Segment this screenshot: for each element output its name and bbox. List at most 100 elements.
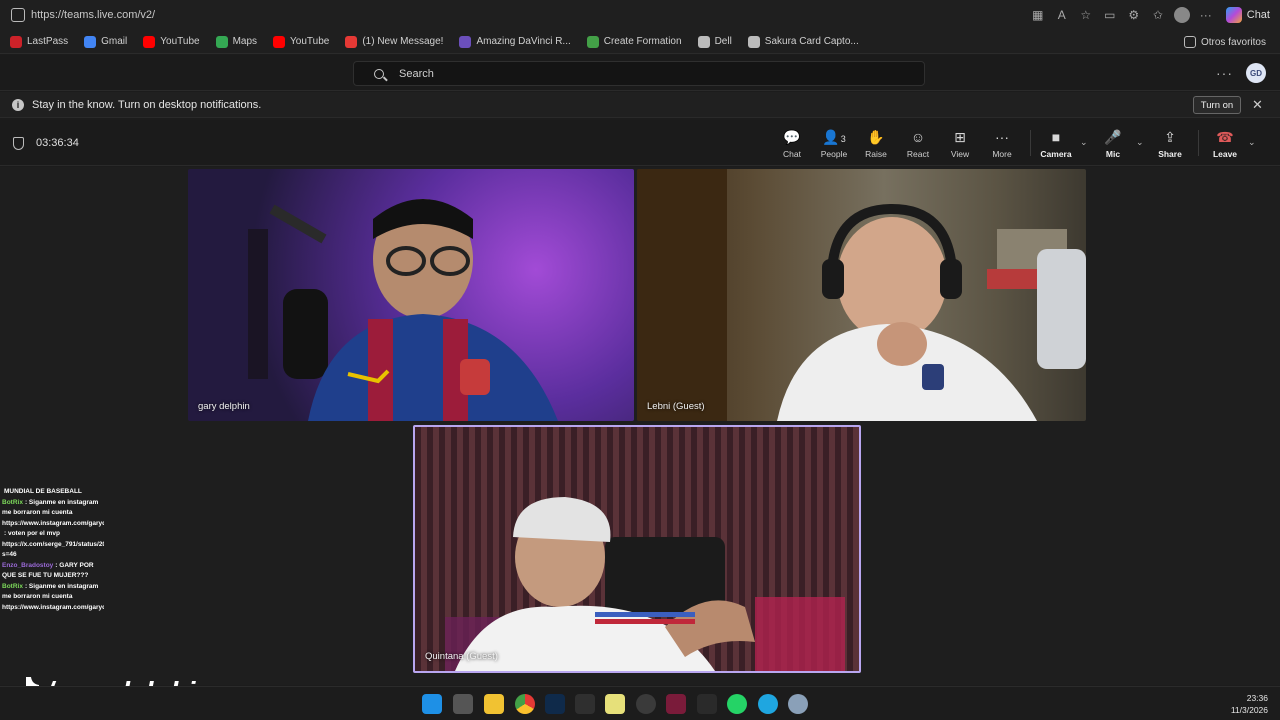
more-icon: ··· (995, 129, 1009, 145)
notes-app-icon[interactable] (605, 694, 625, 714)
participant-name: Quintana (Guest) (425, 651, 498, 662)
whatsapp-icon[interactable] (727, 694, 747, 714)
file-explorer-icon[interactable] (484, 694, 504, 714)
toolbar-divider (1030, 130, 1031, 156)
start-windows-icon[interactable] (422, 694, 442, 714)
turn-on-button[interactable]: Turn on (1193, 96, 1241, 114)
leave-options-chevron-icon[interactable]: ⌄ (1248, 137, 1256, 148)
edge-icon[interactable] (758, 694, 778, 714)
react-button[interactable]: ☺ React (898, 128, 938, 162)
stream-chat-message: BotRix: Siganme en instagram me borraron… (2, 498, 104, 530)
people-icon: 👤3 (822, 129, 846, 145)
leave-button[interactable]: ☎ Leave (1205, 128, 1245, 162)
leave-label: Leave (1212, 149, 1238, 159)
bookmark-item[interactable]: YouTube (273, 35, 330, 48)
settings-gear-icon[interactable] (788, 694, 808, 714)
participant-name: gary delphin (198, 401, 250, 412)
participant-video-tile[interactable]: gary delphin (188, 169, 634, 421)
chat-username: BotRix (2, 498, 23, 506)
raise-hand-button[interactable]: ✋ Raise (856, 128, 896, 162)
bookmark-item[interactable]: Gmail (84, 35, 127, 48)
mic-options-chevron-icon[interactable]: ⌄ (1136, 137, 1144, 148)
search-input[interactable]: Search (353, 61, 925, 86)
chat-text: : voten por el mvp https://x.com/serge_7… (2, 530, 104, 558)
meeting-toolbar: 03:36:34 💬 Chat 👤3 People ✋ Raise ☺ Reac… (0, 120, 1280, 166)
camera-button[interactable]: ■ Camera (1036, 128, 1076, 162)
grid-view-icon: ⊞ (954, 129, 966, 145)
avatar[interactable]: GD (1246, 63, 1266, 83)
participant-video-tile[interactable]: Lebni (Guest) (637, 169, 1086, 421)
browser-toolbar-right: ▦ A ☆ ▭ ⚙ ✩ ··· Chat (1028, 0, 1280, 30)
apps-icon[interactable]: ▦ (1028, 5, 1048, 25)
bookmark-item[interactable]: Maps (215, 35, 257, 48)
app-icon[interactable] (666, 694, 686, 714)
more-label: More (992, 149, 1012, 159)
bookmarks-bar: LastPass Gmail YouTube Maps YouTube (1) New M… (0, 30, 1280, 54)
participant-video (637, 169, 1086, 421)
extensions-icon[interactable]: ⚙ (1124, 5, 1144, 25)
bookmark-label: Amazing DaVinci R... (476, 36, 571, 47)
info-icon: i (12, 98, 24, 111)
bookmark-item[interactable]: Create Formation (586, 35, 682, 48)
read-aloud-icon[interactable]: A (1052, 5, 1072, 25)
profile-icon[interactable] (1172, 5, 1192, 25)
bookmark-label: Sakura Card Capto... (764, 36, 859, 47)
settings-more-icon[interactable]: ··· (1216, 65, 1233, 81)
chat-button[interactable]: 💬 Chat (772, 128, 812, 162)
windows-taskbar: 23:36 11/3/2026 (0, 686, 1280, 720)
photoshop-icon[interactable] (545, 694, 565, 714)
task-view-icon[interactable] (453, 694, 473, 714)
site-info-icon[interactable] (11, 8, 25, 22)
obs-icon[interactable] (636, 694, 656, 714)
other-favorites-folder[interactable]: Otros favoritos (1183, 30, 1266, 54)
screen: { "browser": { "url": "https://teams.liv… (0, 0, 1280, 720)
chrome-icon[interactable] (515, 694, 535, 714)
bookmark-item[interactable]: (1) New Message! (345, 35, 443, 48)
browser-menu-icon[interactable]: ··· (1196, 5, 1216, 25)
copilot-icon (1225, 7, 1242, 23)
close-icon[interactable]: ✕ (1252, 97, 1263, 113)
app-icon[interactable] (697, 694, 717, 714)
bookmark-item[interactable]: YouTube (143, 35, 200, 48)
maps-icon (215, 35, 228, 48)
bookmark-item[interactable]: LastPass (10, 35, 69, 48)
mic-button[interactable]: 🎤 Mic (1093, 128, 1133, 162)
camera-icon: ■ (1051, 129, 1061, 145)
bookmark-label: LastPass (27, 36, 69, 47)
hang-up-icon: ☎ (1216, 129, 1234, 145)
video-icon[interactable]: ▭ (1100, 5, 1120, 25)
copilot-button[interactable]: Chat (1225, 7, 1270, 23)
stream-chat-message: : voten por el mvp https://x.com/serge_7… (2, 529, 104, 561)
people-button[interactable]: 👤3 People (814, 128, 854, 162)
react-label: React (906, 149, 930, 159)
view-button[interactable]: ⊞ View (940, 128, 980, 162)
davinci-resolve-icon[interactable] (575, 694, 595, 714)
participant-video-tile[interactable]: Quintana (Guest) (413, 425, 861, 673)
stream-chat-message: BotRix: Siganme en instagram me borraron… (2, 582, 104, 614)
search-placeholder: Search (399, 67, 434, 80)
camera-options-chevron-icon[interactable]: ⌄ (1080, 137, 1088, 148)
stream-chat-message: Enzo_Bradostoy: GARY POR QUE SE FUE TU M… (2, 561, 104, 582)
system-clock[interactable]: 23:36 11/3/2026 (1231, 692, 1268, 716)
bookmark-label: Create Formation (603, 36, 682, 47)
share-button[interactable]: ⇪ Share (1150, 128, 1190, 162)
favorites-icon[interactable]: ✩ (1148, 5, 1168, 25)
toolbar-divider (1198, 130, 1199, 156)
meeting-timer: 03:36:34 (36, 137, 79, 149)
teams-header: Search ··· GD (0, 55, 1280, 91)
more-button[interactable]: ··· More (982, 128, 1022, 162)
video-stage: gary delphin Lebni (Guest) Quintana (Gue… (0, 167, 1280, 685)
chat-icon: 💬 (783, 129, 801, 145)
globe-icon (747, 35, 760, 48)
bookmark-item[interactable]: Dell (697, 35, 732, 48)
bookmark-item[interactable]: Amazing DaVinci R... (459, 35, 571, 48)
url-field[interactable]: https://teams.live.com/v2/ (31, 9, 155, 21)
favorite-star-icon[interactable]: ☆ (1076, 5, 1096, 25)
chat-text: MUNDIAL DE BASEBALL (4, 488, 82, 495)
bookmark-item[interactable]: Sakura Card Capto... (747, 35, 859, 48)
bookmark-label: Dell (714, 36, 732, 47)
bookmark-label: YouTube (290, 36, 330, 47)
folder-icon (697, 35, 710, 48)
camera-label: Camera (1040, 149, 1072, 159)
bookmark-label: YouTube (160, 36, 200, 47)
